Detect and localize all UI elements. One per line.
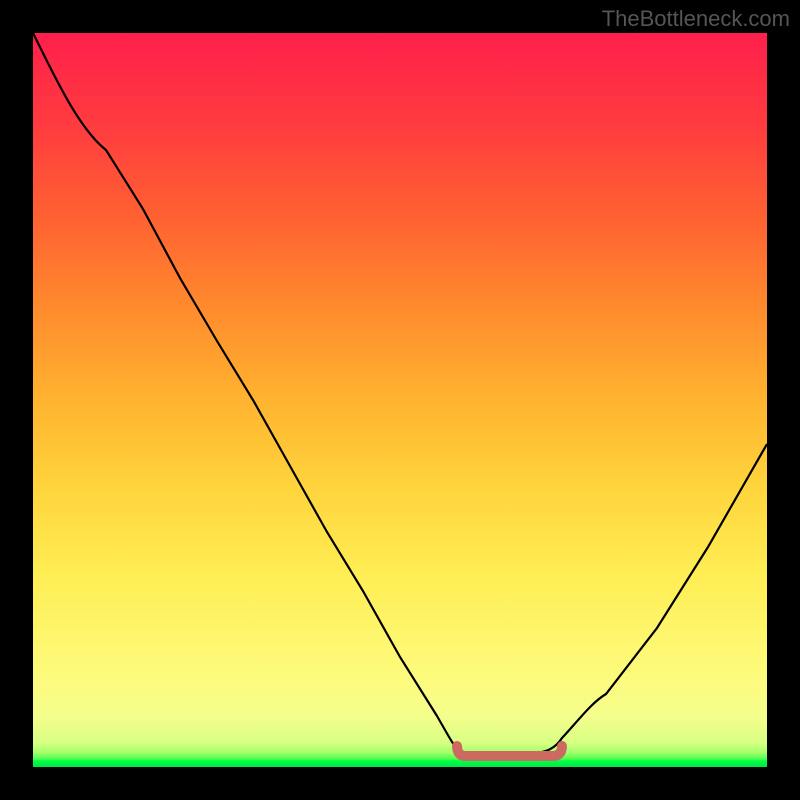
bottleneck-curve-svg (33, 33, 767, 767)
bottleneck-curve (33, 33, 767, 754)
optimal-flat-region-marker (457, 746, 562, 756)
chart-frame: TheBottleneck.com (0, 0, 800, 800)
watermark-text: TheBottleneck.com (602, 6, 790, 32)
plot-area (33, 33, 767, 767)
